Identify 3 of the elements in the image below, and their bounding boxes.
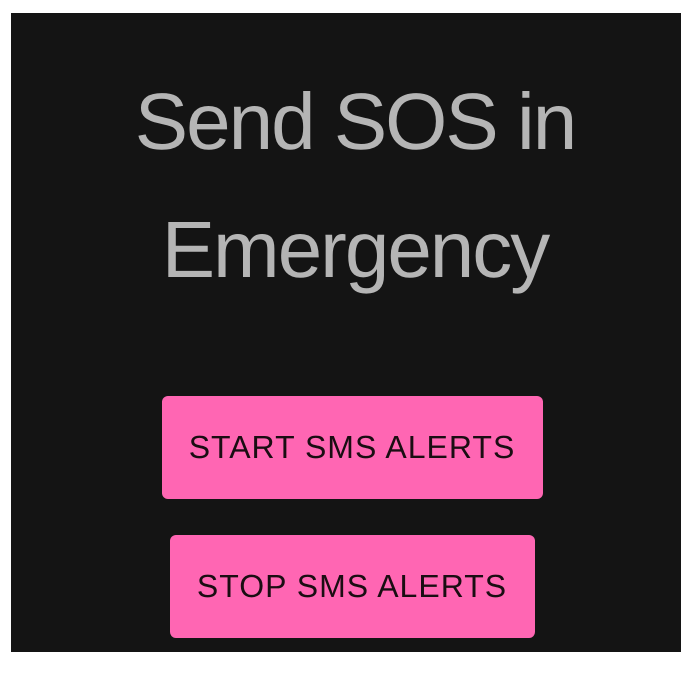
alert-button[interactable]: STOP SMS ALERTS bbox=[170, 535, 534, 638]
alert-button[interactable]: START SMS ALERTS bbox=[162, 396, 542, 499]
screen-title: Send SOS in Emergency bbox=[134, 76, 576, 296]
